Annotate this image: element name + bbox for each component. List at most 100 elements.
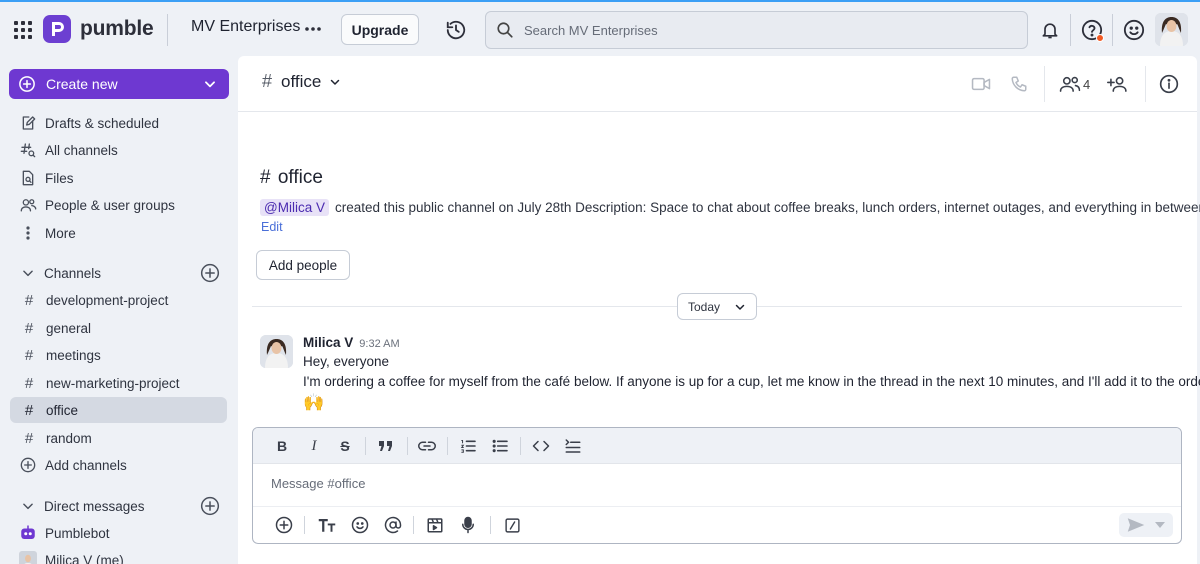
- upgrade-button[interactable]: Upgrade: [341, 14, 419, 45]
- numbered-list-icon[interactable]: [457, 435, 479, 457]
- send-button[interactable]: [1119, 513, 1173, 537]
- add-member-icon[interactable]: [1106, 72, 1130, 96]
- plus-circle-icon: [18, 75, 36, 93]
- pumble-logo-icon: [43, 15, 71, 43]
- dm-section-header[interactable]: Direct messages: [10, 493, 227, 519]
- raised-hands-emoji: 🙌: [303, 393, 325, 412]
- message-author[interactable]: Milica V: [303, 335, 353, 350]
- channel-name: office: [46, 402, 79, 418]
- message-input[interactable]: [271, 476, 1151, 491]
- plus-circle-icon: [18, 455, 38, 475]
- help-icon[interactable]: [1080, 18, 1104, 42]
- add-channel-circle-icon[interactable]: [200, 263, 220, 283]
- caret-down-icon[interactable]: [1155, 521, 1165, 529]
- sidebar-item-drafts[interactable]: Drafts & scheduled: [10, 110, 227, 136]
- bullet-list-icon[interactable]: [489, 435, 511, 457]
- chevron-down-icon: [734, 301, 746, 313]
- video-clip-icon[interactable]: [424, 514, 446, 536]
- user-mention[interactable]: @Milica V: [260, 199, 329, 216]
- edit-description-link[interactable]: Edit: [261, 220, 283, 234]
- info-icon[interactable]: [1157, 72, 1181, 96]
- divider: [1112, 14, 1113, 46]
- mention-icon[interactable]: [382, 514, 404, 536]
- channel-name: random: [46, 430, 92, 446]
- microphone-icon[interactable]: [457, 514, 479, 536]
- add-people-button[interactable]: Add people: [256, 250, 350, 280]
- divider: [304, 516, 305, 534]
- sidebar-item-people[interactable]: People & user groups: [10, 192, 227, 218]
- sidebar-item-dm[interactable]: Milica V (me): [10, 547, 227, 564]
- search-input[interactable]: [524, 22, 1004, 38]
- date-label: Today: [688, 299, 721, 314]
- pumble-logo[interactable]: pumble: [43, 14, 154, 44]
- sidebar-item-channel[interactable]: # general: [10, 315, 227, 341]
- sidebar-item-channel[interactable]: # new-marketing-project: [10, 370, 227, 396]
- italic-icon[interactable]: I: [303, 435, 325, 457]
- channel-name: new-marketing-project: [46, 375, 180, 391]
- code-block-icon[interactable]: [562, 435, 584, 457]
- top-bar: pumble MV Enterprises Upgrade: [0, 2, 1200, 56]
- draft-icon: [18, 113, 38, 133]
- sidebar-item-dm[interactable]: Pumblebot: [10, 520, 227, 546]
- dm-heading: Direct messages: [44, 498, 145, 514]
- status-smiley-icon[interactable]: [1122, 18, 1146, 42]
- bold-icon[interactable]: B: [271, 435, 293, 457]
- member-count: 4: [1083, 76, 1091, 92]
- sidebar-item-files[interactable]: Files: [10, 165, 227, 191]
- divider: [413, 516, 414, 534]
- workspace-name[interactable]: MV Enterprises: [191, 18, 300, 36]
- user-avatar[interactable]: [1155, 13, 1188, 46]
- chevron-down-icon: [329, 76, 341, 88]
- chevron-down-icon: [21, 266, 37, 280]
- more-vertical-icon: [18, 223, 38, 243]
- add-attachment-icon[interactable]: [273, 514, 295, 536]
- hash-icon: #: [262, 71, 273, 91]
- date-divider-button[interactable]: Today: [677, 293, 757, 320]
- search-bar[interactable]: [485, 11, 1028, 49]
- sidebar-item-channel[interactable]: # random: [10, 425, 227, 451]
- history-icon[interactable]: [444, 18, 468, 42]
- channel-description: @Milica V created this public channel on…: [260, 199, 1200, 216]
- create-new-label: Create new: [46, 76, 118, 92]
- sidebar-item-channel[interactable]: # meetings: [10, 342, 227, 368]
- create-new-button[interactable]: Create new: [9, 69, 229, 99]
- add-channels-button[interactable]: Add channels: [10, 452, 227, 478]
- link-icon[interactable]: [416, 435, 438, 457]
- channel-name: general: [46, 320, 92, 336]
- app-grid-icon[interactable]: [11, 18, 35, 42]
- sidebar-item-more[interactable]: More: [10, 220, 227, 246]
- text-format-icon[interactable]: [316, 514, 338, 536]
- sidebar-item-channel-active[interactable]: # office: [10, 397, 227, 423]
- message-timestamp[interactable]: 9:32 AM: [359, 338, 399, 350]
- sidebar-item-label: More: [45, 225, 76, 241]
- code-icon[interactable]: [530, 435, 552, 457]
- file-icon: [18, 168, 38, 188]
- message-author-avatar[interactable]: [260, 335, 293, 368]
- channels-section-header[interactable]: Channels: [10, 260, 227, 286]
- sidebar-item-all-channels[interactable]: All channels: [10, 137, 227, 163]
- notifications-bell-icon[interactable]: [1038, 18, 1062, 42]
- channel-name: development-project: [46, 292, 169, 308]
- members-icon: [1059, 75, 1081, 93]
- workspace-more-icon[interactable]: [302, 18, 324, 40]
- sidebar-item-channel[interactable]: # development-project: [10, 287, 227, 313]
- channel-title-button[interactable]: # office: [262, 71, 341, 92]
- members-button[interactable]: 4: [1059, 72, 1111, 96]
- chevron-down-icon: [21, 499, 37, 513]
- add-channels-label: Add channels: [45, 457, 127, 473]
- channels-heading: Channels: [44, 265, 102, 281]
- sidebar-item-label: All channels: [45, 142, 118, 158]
- chevron-down-icon: [203, 77, 217, 91]
- channel-intro-title: # office: [260, 167, 323, 189]
- hash-icon: #: [24, 319, 34, 337]
- emoji-icon[interactable]: [349, 514, 371, 536]
- video-call-icon[interactable]: [969, 72, 993, 96]
- quote-icon[interactable]: [375, 435, 397, 457]
- phone-call-icon[interactable]: [1007, 72, 1031, 96]
- divider: [167, 14, 168, 46]
- sidebar-item-label: Drafts & scheduled: [45, 115, 160, 131]
- slash-command-icon[interactable]: [501, 514, 523, 536]
- add-dm-circle-icon[interactable]: [200, 496, 220, 516]
- hash-icon: #: [260, 167, 271, 188]
- strikethrough-icon[interactable]: S: [334, 435, 356, 457]
